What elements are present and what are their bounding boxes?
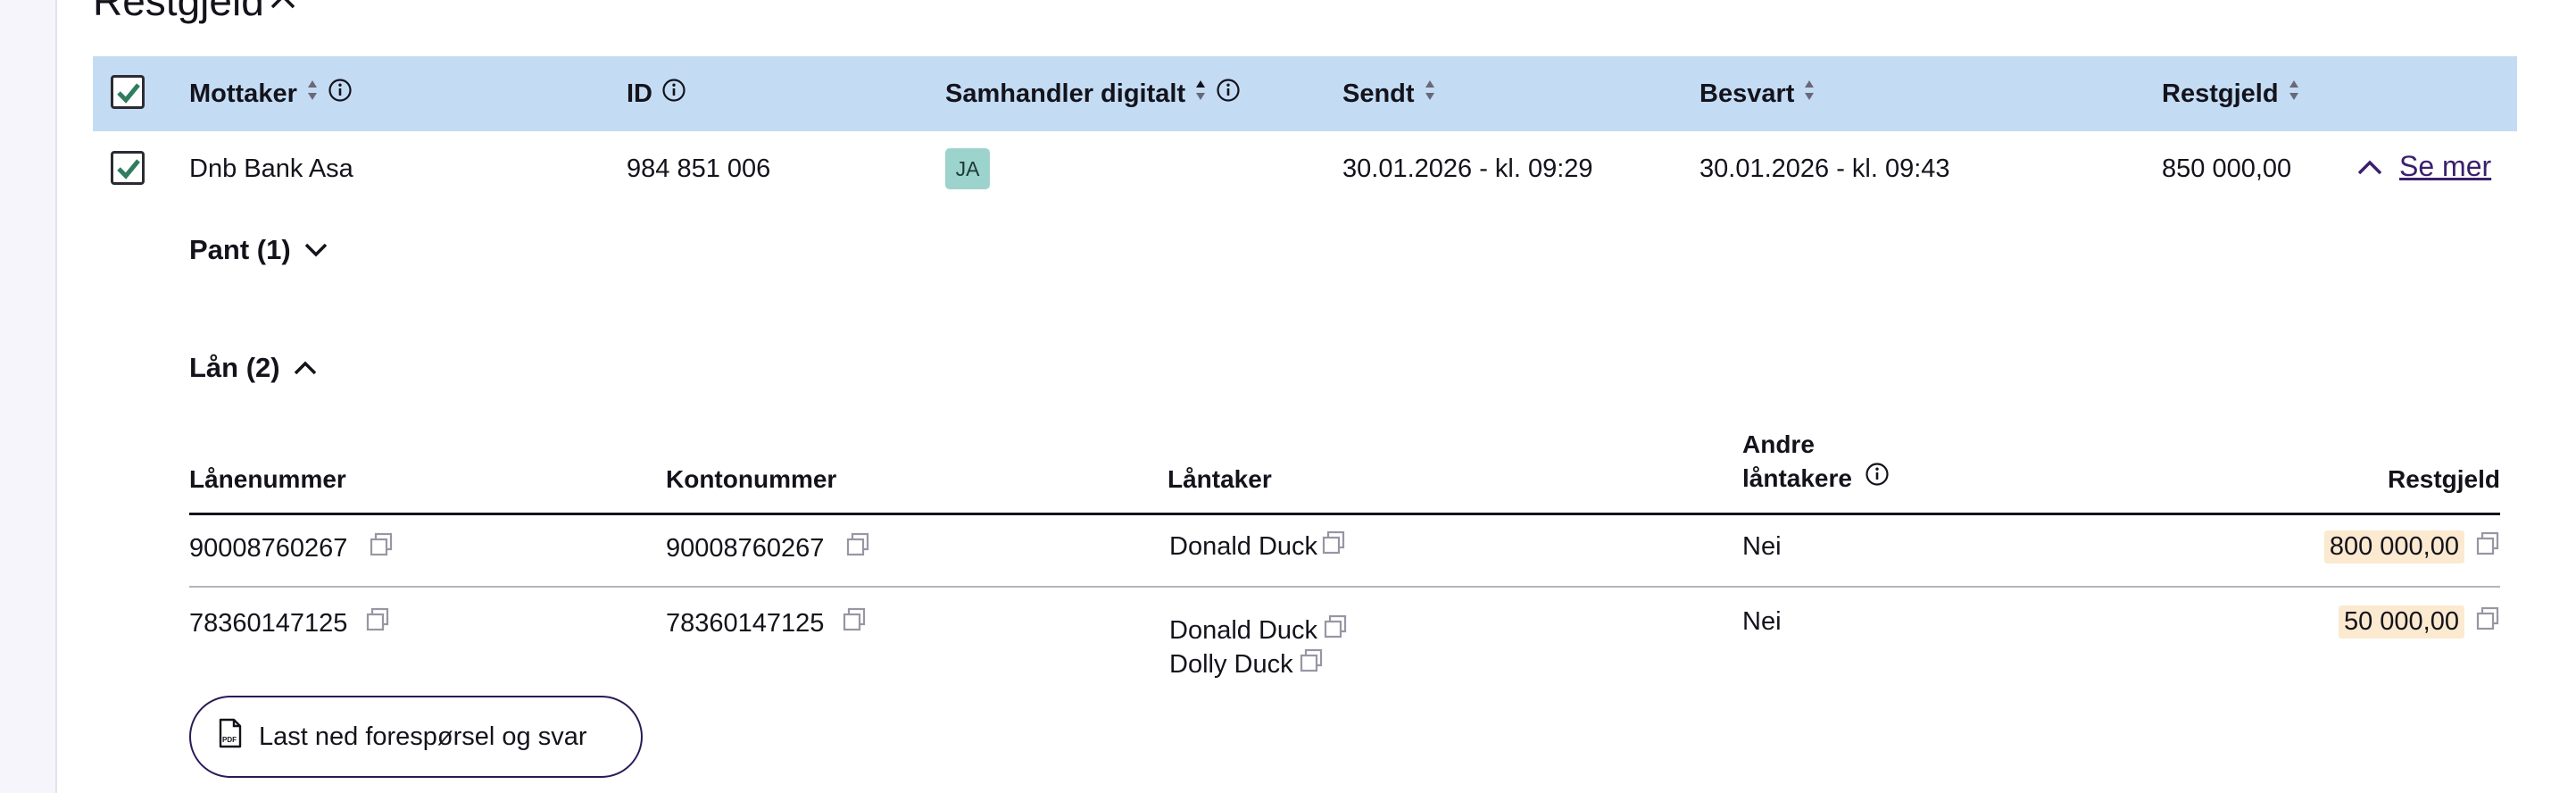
chevron-down-icon bbox=[303, 242, 328, 258]
amount-value: 800 000,00 bbox=[2323, 530, 2464, 563]
chevron-up-icon bbox=[2356, 158, 2383, 176]
cell-sendt: 30.01.2026 - kl. 09:29 bbox=[1342, 154, 1593, 183]
status-badge: JA bbox=[945, 148, 990, 189]
cell-value: Dolly Duck bbox=[1169, 649, 1293, 679]
cell-mottaker: Dnb Bank Asa bbox=[189, 154, 353, 183]
column-label: ID bbox=[627, 79, 652, 108]
laan-label: Lån (2) bbox=[189, 352, 280, 383]
select-all-checkbox[interactable] bbox=[111, 75, 145, 109]
column-header-laan-restgjeld: Restgjeld bbox=[2387, 465, 2500, 493]
column-header-kontonummer: Kontonummer bbox=[666, 465, 837, 493]
cell-value: 78360147125 bbox=[189, 608, 348, 638]
cell-kontonummer: 78360147125 bbox=[666, 607, 867, 639]
sort-icon[interactable] bbox=[306, 78, 319, 110]
info-icon[interactable] bbox=[1216, 78, 1241, 110]
column-label: Samhandler digitalt bbox=[945, 79, 1186, 108]
copy-icon[interactable] bbox=[2475, 606, 2500, 639]
download-button-label: Last ned forespørsel og svar bbox=[259, 722, 587, 751]
cell-besvart: 30.01.2026 - kl. 09:43 bbox=[1699, 154, 1950, 183]
section-title[interactable]: Restgjeld bbox=[93, 0, 296, 25]
copy-icon[interactable] bbox=[365, 607, 390, 639]
info-icon[interactable] bbox=[661, 78, 686, 110]
copy-icon[interactable] bbox=[842, 607, 867, 639]
checkmark-icon bbox=[117, 159, 140, 179]
cell-laanenummer: 78360147125 bbox=[189, 607, 390, 639]
cell-id: 984 851 006 bbox=[627, 154, 771, 183]
checkmark-icon bbox=[117, 83, 140, 104]
sort-icon[interactable] bbox=[1424, 78, 1436, 110]
chevron-up-icon[interactable] bbox=[270, 0, 296, 10]
copy-icon[interactable] bbox=[845, 532, 870, 564]
copy-icon[interactable] bbox=[1323, 614, 1348, 647]
se-mer-label: Se mer bbox=[2399, 150, 2492, 182]
column-label: Mottaker bbox=[189, 79, 297, 108]
svg-text:PDF: PDF bbox=[222, 736, 237, 744]
row-divider bbox=[189, 586, 2500, 588]
cell-laantaker: Donald Duck bbox=[1169, 530, 1346, 563]
table-divider bbox=[189, 513, 2500, 515]
cell-value: Donald Duck bbox=[1169, 531, 1318, 561]
cell-laan-restgjeld: 50 000,00 bbox=[2285, 605, 2500, 639]
column-label-line2-wrap: låntakere bbox=[1742, 462, 1890, 496]
cell-laan-restgjeld: 800 000,00 bbox=[2285, 530, 2500, 563]
pdf-file-icon: PDF bbox=[218, 718, 243, 755]
se-mer-toggle[interactable]: Se mer bbox=[2356, 150, 2491, 183]
column-label: Besvart bbox=[1699, 79, 1795, 108]
pant-toggle[interactable]: Pant (1) bbox=[189, 234, 328, 266]
section-title-text: Restgjeld bbox=[93, 0, 264, 24]
copy-icon[interactable] bbox=[1299, 648, 1324, 680]
cell-value: 78360147125 bbox=[666, 608, 825, 638]
copy-icon[interactable] bbox=[2475, 531, 2500, 563]
column-header-restgjeld[interactable]: Restgjeld bbox=[2162, 56, 2300, 131]
sort-icon[interactable] bbox=[1194, 78, 1207, 110]
cell-value: 90008760267 bbox=[666, 533, 825, 563]
column-header-andre: Andre låntakere bbox=[1742, 428, 1890, 496]
column-label: Sendt bbox=[1342, 79, 1415, 108]
cell-laantaker: Donald Duck bbox=[1169, 614, 1348, 647]
table-header: Mottaker ID Samhandler digitalt Sendt Be… bbox=[93, 56, 2517, 131]
laan-toggle[interactable]: Lån (2) bbox=[189, 352, 318, 384]
cell-laanenummer: 90008760267 bbox=[189, 532, 394, 564]
cell-value: 90008760267 bbox=[189, 533, 348, 563]
cell-andre: Nei bbox=[1742, 532, 1782, 561]
cell-value: Donald Duck bbox=[1169, 615, 1318, 645]
cell-laantaker-2: Dolly Duck bbox=[1169, 648, 1324, 680]
column-header-besvart[interactable]: Besvart bbox=[1699, 56, 1816, 131]
column-header-mottaker[interactable]: Mottaker bbox=[189, 56, 353, 131]
info-icon[interactable] bbox=[328, 78, 353, 110]
column-header-laanenummer: Lånenummer bbox=[189, 465, 346, 493]
column-label: Restgjeld bbox=[2162, 79, 2279, 108]
column-header-id[interactable]: ID bbox=[627, 56, 686, 131]
pant-label: Pant (1) bbox=[189, 234, 291, 265]
cell-andre: Nei bbox=[1742, 607, 1782, 636]
table-row: Dnb Bank Asa 984 851 006 JA 30.01.2026 -… bbox=[93, 132, 2517, 205]
sort-icon[interactable] bbox=[1803, 78, 1816, 110]
row-checkbox[interactable] bbox=[111, 151, 145, 185]
column-label-line1: Andre bbox=[1742, 430, 1815, 458]
cell-restgjeld: 850 000,00 bbox=[2162, 154, 2292, 183]
copy-icon[interactable] bbox=[369, 532, 394, 564]
cell-samhandler: JA bbox=[945, 132, 990, 205]
column-header-samhandler[interactable]: Samhandler digitalt bbox=[945, 56, 1241, 131]
column-label-line2: låntakere bbox=[1742, 464, 1852, 492]
amount-value: 50 000,00 bbox=[2338, 605, 2464, 639]
copy-icon[interactable] bbox=[1321, 530, 1346, 563]
download-pdf-button[interactable]: PDF Last ned forespørsel og svar bbox=[189, 696, 643, 778]
info-icon[interactable] bbox=[1865, 462, 1890, 496]
column-header-laantaker: Låntaker bbox=[1168, 465, 1272, 493]
chevron-up-icon bbox=[293, 360, 318, 376]
column-header-sendt[interactable]: Sendt bbox=[1342, 56, 1436, 131]
cell-kontonummer: 90008760267 bbox=[666, 532, 870, 564]
sort-icon[interactable] bbox=[2288, 78, 2300, 110]
